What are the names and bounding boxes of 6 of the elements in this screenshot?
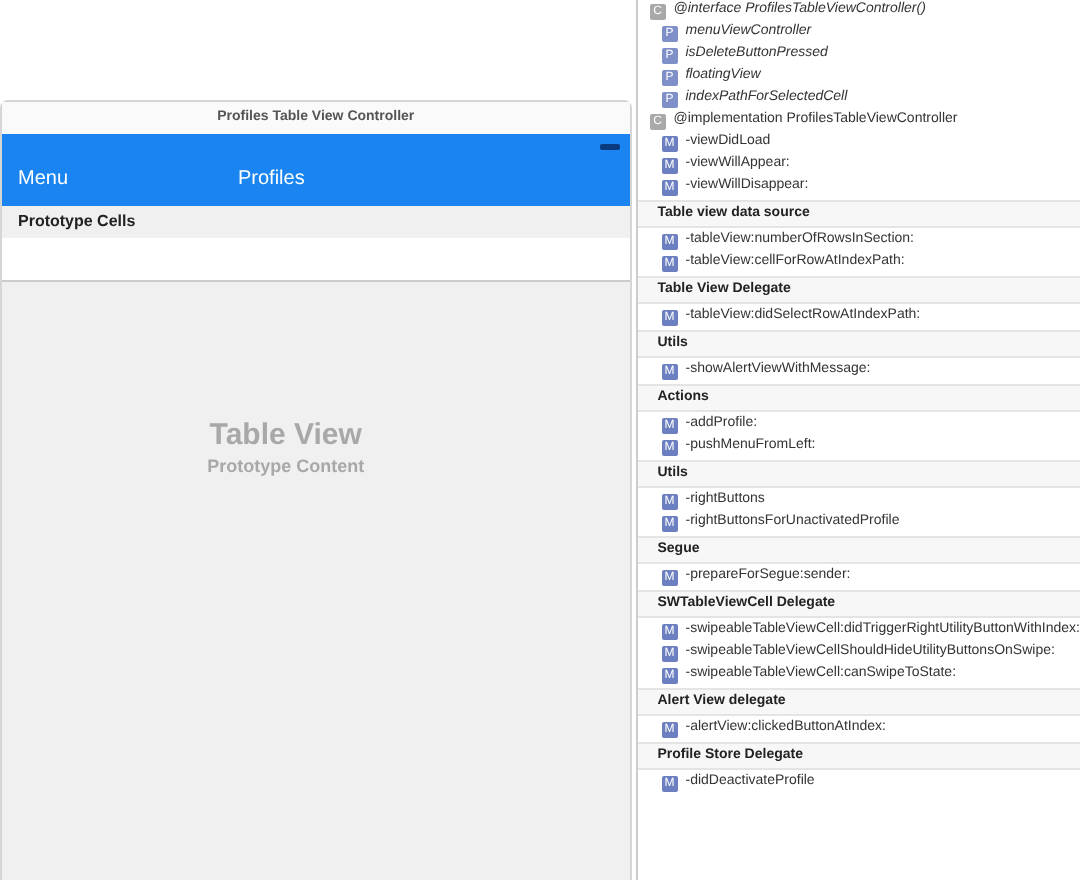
- prototype-cell[interactable]: [2, 238, 630, 282]
- menu-button[interactable]: Menu: [2, 164, 238, 194]
- placeholder-subtitle: Prototype Content: [207, 453, 365, 480]
- placeholder-title: Table View: [209, 420, 362, 453]
- navigation-title: Profiles: [238, 166, 305, 194]
- battery-icon: [599, 144, 620, 150]
